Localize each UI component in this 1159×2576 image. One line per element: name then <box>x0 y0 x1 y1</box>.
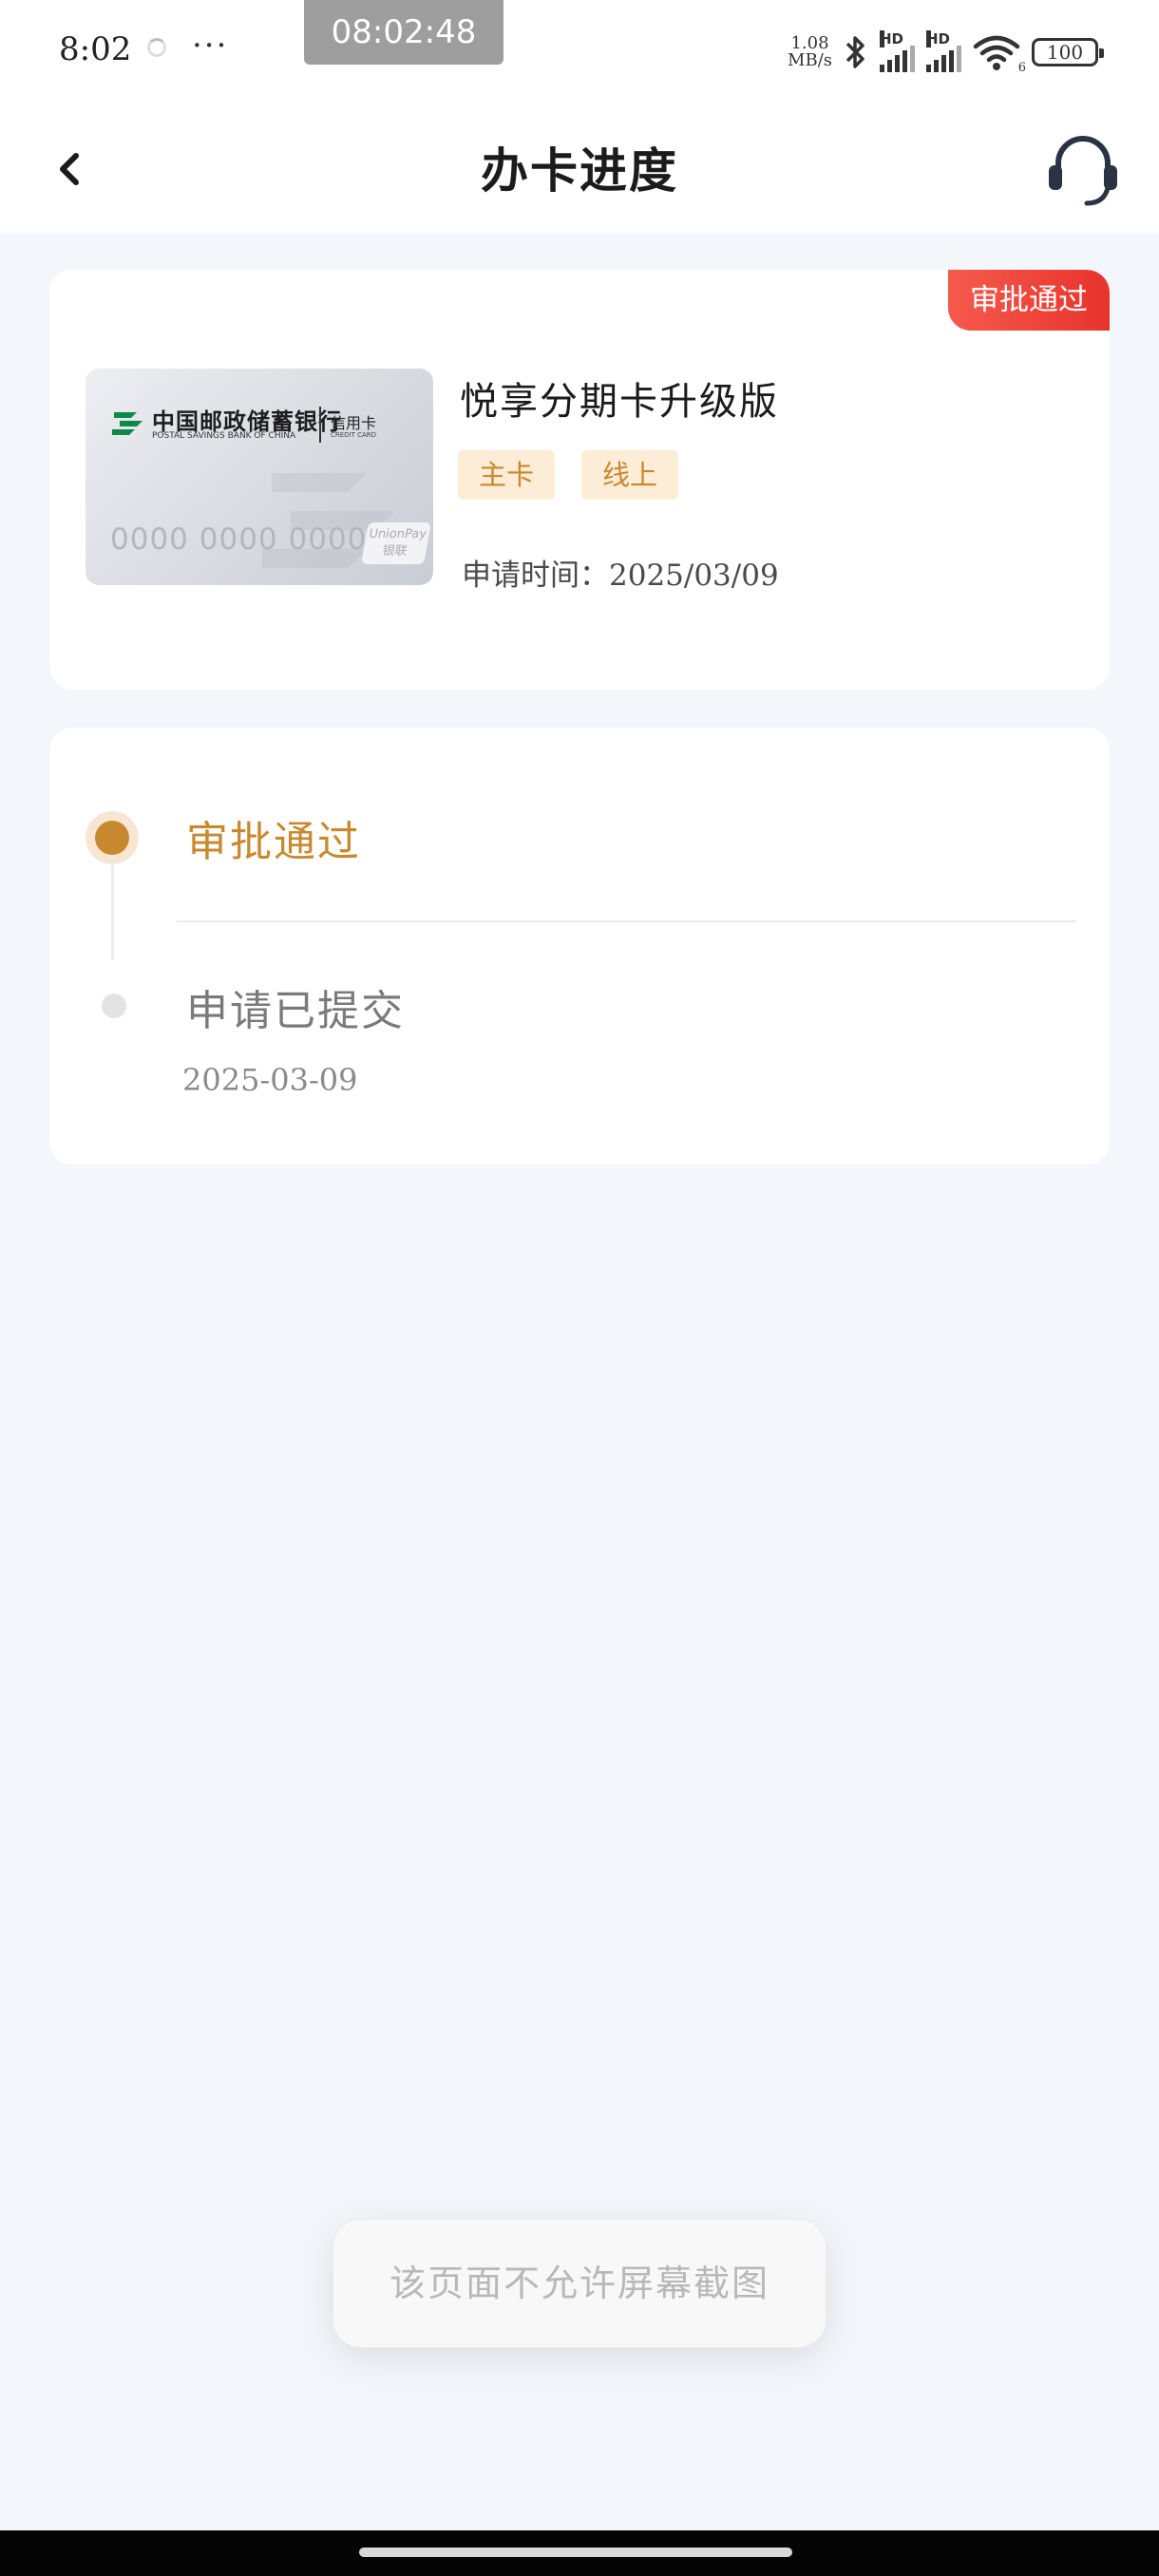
headset-icon <box>1049 136 1117 206</box>
customer-service-button[interactable] <box>1045 125 1121 211</box>
product-name: 悦享分期卡升级版 <box>460 380 779 424</box>
unionpay-cn: 银联 <box>381 544 408 559</box>
step-approved-title: 审批通过 <box>186 818 361 866</box>
wifi-icon: 6 <box>973 33 1026 75</box>
status-bar: 8:02 ··· 08:02:48 1.08 MB/s HD HD 6 100 <box>0 0 1159 104</box>
loading-icon <box>147 38 166 57</box>
card-info-panel: 审批通过 中国邮政储蓄银行 POSTAL SAVINGS BANK OF CHI… <box>49 270 1110 690</box>
credit-card-image: 中国邮政储蓄银行 POSTAL SAVINGS BANK OF CHINA 信用… <box>86 369 433 585</box>
signal-2-icon: HD <box>926 30 961 72</box>
chip-online: 线上 <box>581 450 679 500</box>
bank-divider <box>319 407 321 443</box>
postal-bank-logo-icon <box>112 412 142 435</box>
page-title: 办卡进度 <box>481 142 678 199</box>
step-idle-dot-icon <box>102 994 126 1018</box>
signal-1-label: HD <box>880 30 904 47</box>
status-time: 8:02 <box>59 30 132 68</box>
status-badge: 审批通过 <box>948 270 1110 331</box>
step-divider <box>177 920 1075 922</box>
net-speed: 1.08 MB/s <box>788 35 832 69</box>
chip-main-card: 主卡 <box>458 450 556 500</box>
card-kind: 信用卡 <box>331 414 377 432</box>
home-indicator[interactable] <box>359 2548 792 2557</box>
nav-bar: 办卡进度 <box>0 104 1159 233</box>
gesture-bar <box>0 2530 1159 2576</box>
unionpay-en: UnionPay <box>368 527 428 541</box>
unionpay-logo: UnionPay 银联 <box>361 522 431 564</box>
signal-1-icon: HD <box>880 30 915 72</box>
net-speed-unit: MB/s <box>788 50 832 70</box>
progress-timeline: 审批通过 申请已提交 2025-03-09 <box>49 728 1110 1165</box>
bank-name-en: POSTAL SAVINGS BANK OF CHINA <box>152 431 296 441</box>
step-submitted-title: 申请已提交 <box>186 987 405 1035</box>
card-kind-en: CREDIT CARD <box>331 431 377 439</box>
status-icons: 1.08 MB/s HD HD 6 100 <box>788 28 1104 76</box>
apply-time: 申请时间：2025/03/09 <box>462 559 779 593</box>
signal-2-label: HD <box>926 30 951 47</box>
clock-overlay: 08:02:48 <box>304 0 504 65</box>
wifi-label: 6 <box>1017 61 1026 75</box>
card-number: 0000 0000 0000 <box>110 522 368 557</box>
more-dots-icon: ··· <box>192 27 229 65</box>
step-submitted-date: 2025-03-09 <box>182 1062 358 1098</box>
screenshot-blocked-toast: 该页面不允许屏幕截图 <box>332 2219 826 2348</box>
step-active-dot-icon <box>86 811 139 864</box>
battery-icon: 100 <box>1032 38 1104 66</box>
bluetooth-icon <box>844 33 868 71</box>
